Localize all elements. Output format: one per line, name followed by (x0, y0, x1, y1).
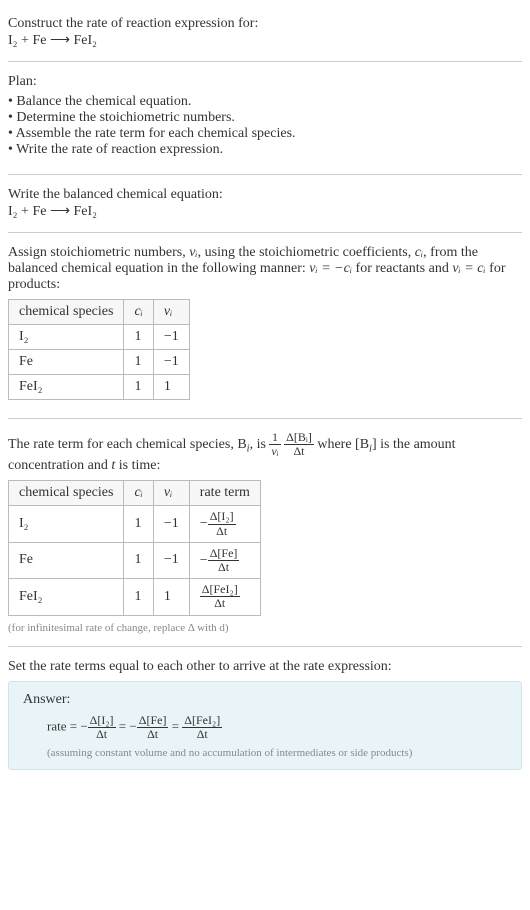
nu-cell: 1 (153, 579, 189, 615)
table-row: FeI₂ 1 1 Δ[FeI₂]Δt (9, 579, 261, 615)
plan-list: Balance the chemical equation. Determine… (8, 94, 522, 158)
relation-products: νᵢ = cᵢ (452, 261, 485, 276)
stoich-section: Assign stoichiometric numbers, νᵢ, using… (8, 237, 522, 414)
text: , using the stoichiometric coefficients, (198, 245, 415, 260)
stoich-intro: Assign stoichiometric numbers, νᵢ, using… (8, 245, 522, 293)
answer-note: (assuming constant volume and no accumul… (47, 747, 507, 759)
species-cell: Fe (9, 350, 124, 375)
rate-expression: rate = −Δ[I₂]Δt = −Δ[Fe]Δt = Δ[FeI₂]Δt (47, 714, 507, 741)
ci-symbol: cᵢ (415, 245, 423, 260)
species-cell: I₂ (9, 506, 124, 542)
divider (8, 174, 522, 175)
table-header-row: chemical species cᵢ νᵢ rate term (9, 481, 261, 506)
col-species: chemical species (9, 481, 124, 506)
plan-title: Plan: (8, 74, 522, 90)
species-cell: FeI₂ (9, 375, 124, 400)
rateterm-note: (for infinitesimal rate of change, repla… (8, 622, 522, 634)
header-title: Construct the rate of reaction expressio… (8, 16, 522, 32)
equals-sign: = (172, 718, 183, 733)
ci-cell: 1 (124, 579, 153, 615)
nu-cell: −1 (153, 506, 189, 542)
nu-cell: 1 (153, 375, 189, 400)
col-ci: cᵢ (124, 300, 153, 325)
rateterm-section: The rate term for each chemical species,… (8, 423, 522, 642)
text: , is (250, 437, 270, 452)
rate-term-frac: Δ[FeI₂]Δt (182, 714, 222, 741)
text: Assign stoichiometric numbers, (8, 245, 189, 260)
col-ci: cᵢ (124, 481, 153, 506)
balanced-section: Write the balanced chemical equation: I₂… (8, 179, 522, 228)
nu-cell: −1 (153, 325, 189, 350)
neg-sign: − (80, 718, 87, 733)
plan-item: Write the rate of reaction expression. (8, 142, 522, 158)
final-title: Set the rate terms equal to each other t… (8, 659, 522, 675)
rateterm-intro: The rate term for each chemical species,… (8, 431, 522, 474)
text: for reactants and (352, 261, 452, 276)
answer-label: Answer: (23, 692, 507, 708)
final-section: Set the rate terms equal to each other t… (8, 651, 522, 778)
neg-sign: − (129, 718, 136, 733)
plan-item: Balance the chemical equation. (8, 94, 522, 110)
rate-term-frac: Δ[I₂]Δt (88, 714, 116, 741)
answer-box: Answer: rate = −Δ[I₂]Δt = −Δ[Fe]Δt = Δ[F… (8, 681, 522, 770)
species-cell: FeI₂ (9, 579, 124, 615)
rateterm-table: chemical species cᵢ νᵢ rate term I₂ 1 −1… (8, 480, 261, 615)
divider (8, 646, 522, 647)
ci-cell: 1 (124, 375, 153, 400)
ci-cell: 1 (124, 325, 153, 350)
rate-cell: Δ[FeI₂]Δt (189, 579, 260, 615)
col-species: chemical species (9, 300, 124, 325)
plan-section: Plan: Balance the chemical equation. Det… (8, 66, 522, 170)
equals-sign: = (119, 718, 130, 733)
text: where [B (317, 437, 369, 452)
nu-symbol: νᵢ (189, 245, 197, 260)
balanced-equation: I₂ + Fe ⟶ FeI₂ (8, 203, 522, 220)
divider (8, 61, 522, 62)
divider (8, 418, 522, 419)
text: is time: (115, 458, 160, 473)
col-rate: rate term (189, 481, 260, 506)
ci-cell: 1 (124, 506, 153, 542)
rate-label: rate = (47, 718, 80, 733)
col-nu: νᵢ (153, 300, 189, 325)
text: The rate term for each chemical species,… (8, 437, 247, 452)
plan-item: Assemble the rate term for each chemical… (8, 126, 522, 142)
relation-reactants: νᵢ = −cᵢ (309, 261, 352, 276)
nu-cell: −1 (153, 350, 189, 375)
table-row: Fe 1 −1 −Δ[Fe]Δt (9, 542, 261, 578)
header-section: Construct the rate of reaction expressio… (8, 8, 522, 57)
header-equation: I₂ + Fe ⟶ FeI₂ (8, 32, 522, 49)
col-nu: νᵢ (153, 481, 189, 506)
ci-cell: 1 (124, 542, 153, 578)
frac-dBi-dt: Δ[Bᵢ]Δt (284, 431, 314, 458)
plan-item: Determine the stoichiometric numbers. (8, 110, 522, 126)
species-cell: Fe (9, 542, 124, 578)
balanced-title: Write the balanced chemical equation: (8, 187, 522, 203)
table-row: I₂ 1 −1 −Δ[I₂]Δt (9, 506, 261, 542)
species-cell: I₂ (9, 325, 124, 350)
rate-cell: −Δ[I₂]Δt (189, 506, 260, 542)
frac-one-over-nu: 1νᵢ (269, 431, 280, 458)
ci-cell: 1 (124, 350, 153, 375)
table-row: FeI₂ 1 1 (9, 375, 190, 400)
nu-cell: −1 (153, 542, 189, 578)
table-row: I₂ 1 −1 (9, 325, 190, 350)
rate-term-frac: Δ[Fe]Δt (137, 714, 169, 741)
table-header-row: chemical species cᵢ νᵢ (9, 300, 190, 325)
stoich-table: chemical species cᵢ νᵢ I₂ 1 −1 Fe 1 −1 F… (8, 299, 190, 400)
table-row: Fe 1 −1 (9, 350, 190, 375)
divider (8, 232, 522, 233)
rate-cell: −Δ[Fe]Δt (189, 542, 260, 578)
